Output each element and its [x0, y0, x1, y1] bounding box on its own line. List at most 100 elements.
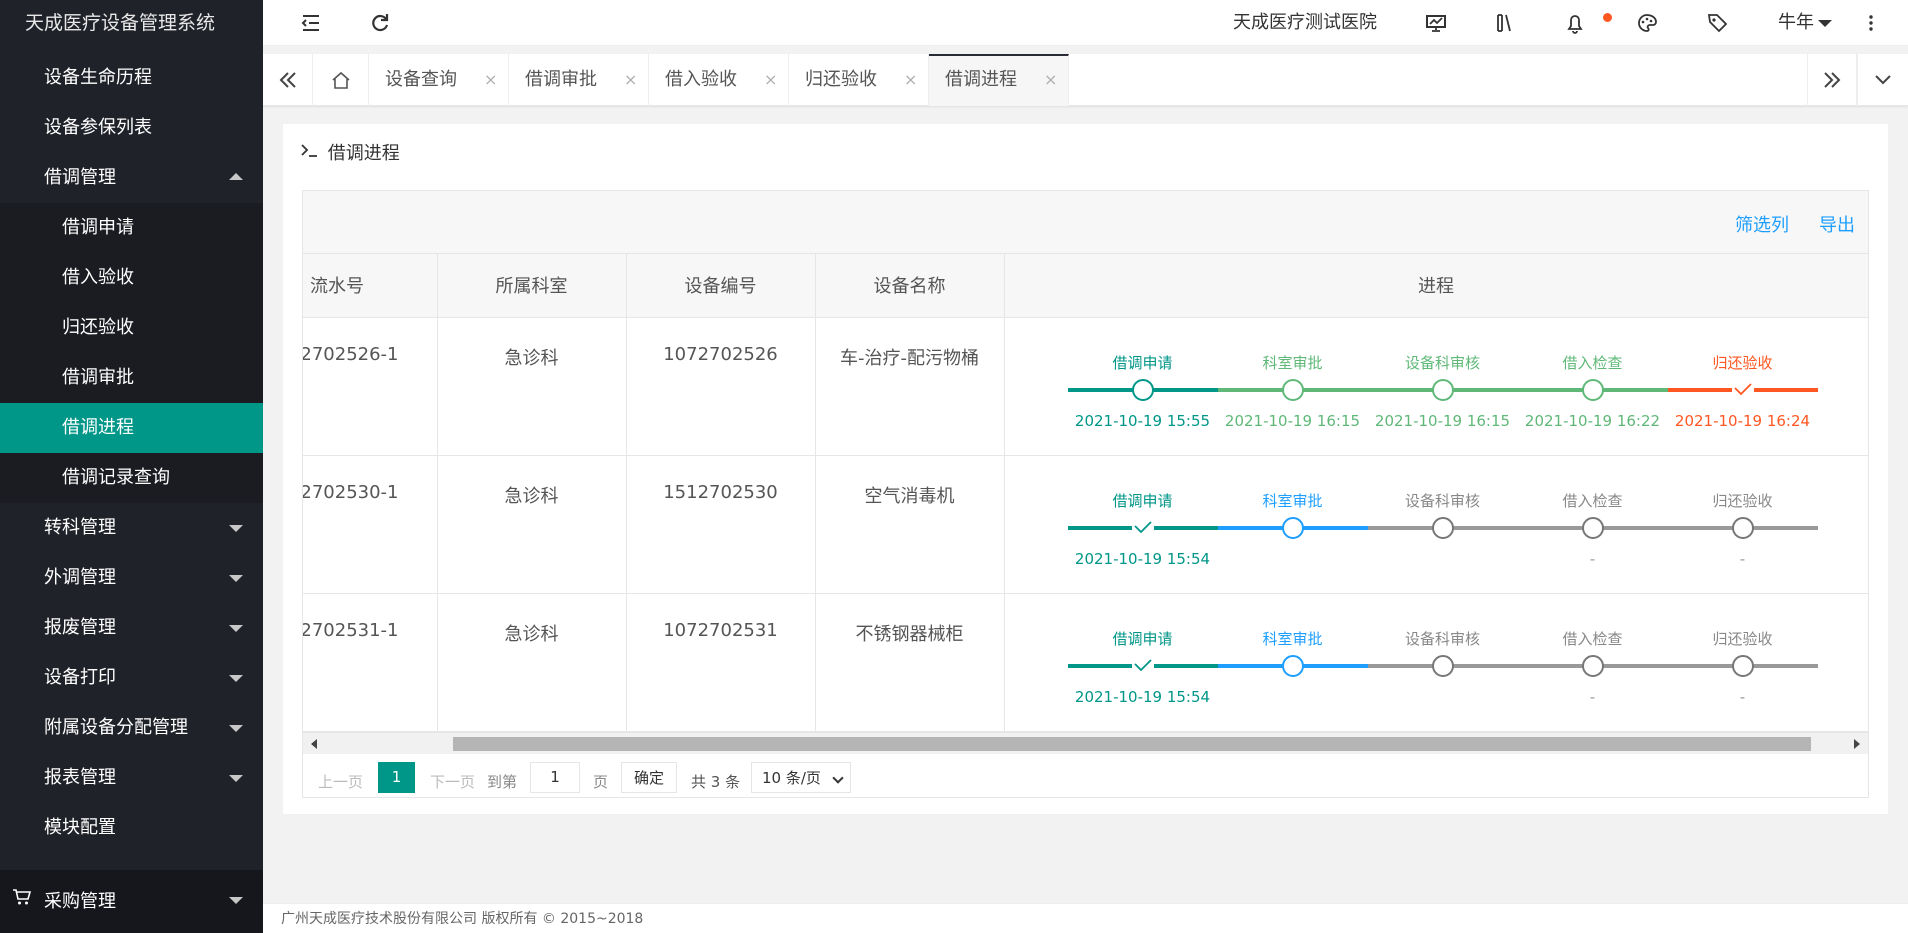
- chevron-down-icon: [229, 775, 243, 782]
- tabs-scroll-right-icon[interactable]: [1807, 54, 1857, 106]
- tabs-scroll-left-icon[interactable]: [263, 54, 313, 106]
- tab[interactable]: 设备查询 ×: [369, 54, 509, 106]
- sidebar-item-label: 借调审批: [62, 367, 134, 388]
- table-row[interactable]: 1512702530-1 急诊科 1512702530 空气消毒机 借调申请 2021-1…: [303, 455, 1869, 594]
- sidebar-item-label: 借调管理: [44, 167, 116, 188]
- table-cell: 1072702531: [626, 593, 816, 732]
- step-node-icon: [1581, 654, 1604, 677]
- horizontal-scrollbar[interactable]: [303, 732, 1868, 754]
- sidebar-item[interactable]: 借调管理: [0, 153, 263, 203]
- monitor-icon[interactable]: [1425, 0, 1447, 46]
- home-icon[interactable]: [313, 54, 369, 106]
- chevron-down-icon: [229, 625, 243, 632]
- confirm-page-button[interactable]: 确定: [621, 762, 677, 793]
- step-node-icon: [1281, 516, 1304, 539]
- check-icon: [1131, 517, 1154, 533]
- data-table-panel: 筛选列 导出 流水号所属科室设备编号设备名称进程 1072702526-1急诊科…: [302, 190, 1869, 798]
- sidebar-item[interactable]: 设备参保列表: [0, 103, 263, 153]
- palette-icon[interactable]: [1636, 0, 1658, 46]
- refresh-icon[interactable]: [370, 0, 390, 46]
- sidebar-item-label: 借调申请: [62, 217, 134, 238]
- goto-page-input[interactable]: [530, 762, 580, 793]
- chevron-down-icon: [229, 525, 243, 532]
- step-node-icon: [1131, 378, 1154, 401]
- column-header: 进程: [1004, 254, 1869, 318]
- sidebar-item-purchase[interactable]: 采购管理: [0, 870, 263, 933]
- table-cell: 急诊科: [437, 593, 627, 732]
- sidebar-item[interactable]: 设备生命历程: [0, 53, 263, 103]
- step-label: 设备科审核: [1404, 491, 1480, 510]
- book-icon[interactable]: [1495, 0, 1515, 46]
- close-icon[interactable]: ×: [1044, 54, 1057, 106]
- step-label: 借调申请: [1112, 629, 1173, 648]
- cell-name: 车-治疗-配污物桶: [840, 347, 979, 369]
- page-unit-label: 页: [593, 773, 609, 791]
- chevron-down-icon: [832, 772, 844, 784]
- scroll-right-arrow-icon[interactable]: [1854, 739, 1860, 749]
- chevron-down-icon: [229, 725, 243, 732]
- sidebar-item[interactable]: 转科管理: [0, 503, 263, 553]
- step-label: 借入检查: [1562, 629, 1623, 648]
- bell-icon[interactable]: [1565, 0, 1585, 46]
- sidebar-item-label: 归还验收: [62, 317, 134, 338]
- close-icon[interactable]: ×: [904, 54, 917, 106]
- sidebar-item[interactable]: 报废管理: [0, 603, 263, 653]
- step-node-icon: [1581, 516, 1604, 539]
- step-node-icon: [1731, 654, 1754, 677]
- step-time: 2021-10-19 16:15: [1374, 411, 1511, 430]
- table-cell: 急诊科: [437, 317, 627, 456]
- step-time: 2021-10-19 16:22: [1524, 411, 1661, 430]
- sidebar-item[interactable]: 归还验收: [0, 303, 263, 353]
- step-time: -: [1589, 549, 1596, 568]
- cell-code: 1072702526: [663, 343, 778, 365]
- step-time: 2021-10-19 15:54: [1074, 549, 1211, 568]
- terminal-icon: [300, 143, 328, 164]
- filter-columns-button[interactable]: 筛选列: [1735, 211, 1789, 237]
- sidebar-item[interactable]: 附属设备分配管理: [0, 703, 263, 753]
- sidebar-item[interactable]: 借调进程: [0, 403, 263, 453]
- sidebar-item[interactable]: 借调申请: [0, 203, 263, 253]
- step-label: 科室审批: [1262, 491, 1323, 510]
- next-page-button[interactable]: 下一页: [430, 771, 475, 792]
- tab[interactable]: 归还验收 ×: [789, 54, 929, 106]
- export-button[interactable]: 导出: [1819, 211, 1855, 237]
- scrollbar-thumb[interactable]: [453, 737, 1811, 751]
- cell-serial: 1072702526-1: [303, 343, 399, 365]
- tabs-dropdown-icon[interactable]: [1857, 54, 1907, 106]
- sidebar-item-label: 转科管理: [44, 517, 116, 538]
- table-row[interactable]: 1072702531-1 急诊科 1072702531 不锈钢器械柜 借调申请 2021-…: [303, 593, 1869, 732]
- tag-icon[interactable]: [1706, 0, 1728, 46]
- scroll-left-arrow-icon[interactable]: [311, 739, 317, 749]
- sidebar-item[interactable]: 外调管理: [0, 553, 263, 603]
- sidebar-item[interactable]: 报表管理: [0, 753, 263, 803]
- step-label: 借入检查: [1562, 353, 1623, 372]
- table-row[interactable]: 1072702526-1 急诊科 1072702526 车-治疗-配污物桶 借调申请 20…: [303, 317, 1869, 456]
- tab[interactable]: 借入验收 ×: [649, 54, 789, 106]
- current-page[interactable]: 1: [378, 762, 415, 793]
- menu-collapse-icon[interactable]: [301, 0, 321, 46]
- more-icon[interactable]: [1866, 0, 1876, 46]
- close-icon[interactable]: ×: [484, 54, 497, 106]
- step-time: -: [1739, 687, 1746, 706]
- sidebar-item[interactable]: 借调审批: [0, 353, 263, 403]
- step-label: 借入检查: [1562, 491, 1623, 510]
- cell-serial: 1512702530-1: [303, 481, 399, 503]
- tab[interactable]: 借调进程 ×: [929, 54, 1069, 106]
- step-node-icon: [1731, 516, 1754, 539]
- tab-label: 借调进程: [945, 69, 1017, 90]
- prev-page-button[interactable]: 上一页: [318, 771, 363, 792]
- page-size-select[interactable]: 10 条/页: [751, 762, 851, 793]
- user-menu[interactable]: 牛年: [1778, 0, 1832, 46]
- step-time: 2021-10-19 16:24: [1674, 411, 1811, 430]
- pagination: 上一页 1 下一页 到第 页 确定 共 3 条 10 条/页: [303, 754, 1868, 798]
- close-icon[interactable]: ×: [624, 54, 637, 106]
- sidebar-item[interactable]: 模块配置: [0, 803, 263, 853]
- tab[interactable]: 借调审批 ×: [509, 54, 649, 106]
- step-time: 2021-10-19 15:54: [1074, 687, 1211, 706]
- sidebar-item[interactable]: 借入验收: [0, 253, 263, 303]
- chevron-up-icon: [229, 173, 243, 180]
- step-label: 借调申请: [1112, 491, 1173, 510]
- close-icon[interactable]: ×: [764, 54, 777, 106]
- sidebar-item[interactable]: 设备打印: [0, 653, 263, 703]
- sidebar-item[interactable]: 借调记录查询: [0, 453, 263, 503]
